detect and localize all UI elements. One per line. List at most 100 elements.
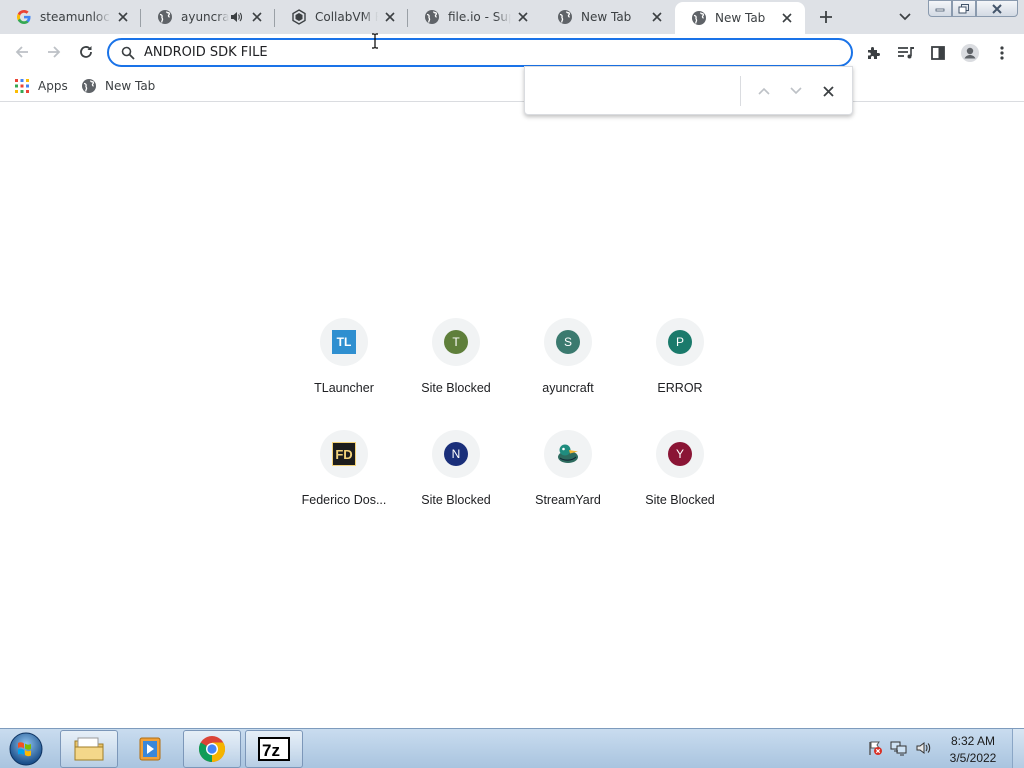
shortcut-label: ayuncraft	[542, 381, 594, 395]
tab-search-button[interactable]	[894, 6, 916, 28]
action-center-flag-icon[interactable]	[866, 739, 884, 757]
side-panel-icon	[931, 46, 945, 60]
search-icon	[121, 46, 135, 60]
chevron-down-icon	[790, 87, 802, 95]
minimize-icon	[935, 8, 945, 11]
tab-file-io[interactable]: file.io - Super simple file sharing	[408, 0, 541, 34]
letter-avatar-icon: N	[444, 442, 468, 466]
bookmark-new-tab[interactable]: New Tab	[81, 76, 155, 96]
show-desktop-button[interactable]	[1012, 729, 1024, 768]
plus-icon	[820, 11, 832, 23]
system-clock[interactable]: 8:32 AM 3/5/2022	[940, 733, 1006, 767]
minimize-button[interactable]	[928, 0, 952, 17]
close-icon[interactable]	[649, 9, 665, 25]
tab-ayuncraft[interactable]: ayuncraft	[141, 0, 275, 34]
extensions-button[interactable]	[862, 41, 886, 65]
collabvm-icon	[291, 9, 307, 25]
volume-icon[interactable]	[914, 739, 932, 757]
close-icon	[822, 85, 834, 97]
tab-title: steamunlocked	[40, 10, 111, 24]
shortcut-label: Site Blocked	[421, 493, 491, 507]
chevron-up-icon	[758, 87, 770, 95]
shortcut-tile[interactable]: TL TLauncher	[288, 310, 400, 422]
shortcut-label: TLauncher	[314, 381, 374, 395]
window-close-button[interactable]	[976, 0, 1018, 17]
avatar-icon	[961, 44, 979, 62]
shortcut-tile[interactable]: Y Site Blocked	[624, 422, 736, 534]
shortcut-icon-circle: FD	[320, 430, 368, 478]
shortcut-tile[interactable]: N Site Blocked	[400, 422, 512, 534]
close-icon[interactable]	[249, 9, 265, 25]
tab-title: New Tab	[715, 11, 766, 25]
shortcut-icon-circle: P	[656, 318, 704, 366]
tab-new-tab-active[interactable]: New Tab	[675, 2, 805, 34]
shortcut-tile[interactable]: FD Federico Dos...	[288, 422, 400, 534]
puzzle-icon	[868, 47, 880, 59]
reload-button[interactable]	[72, 38, 100, 66]
close-icon[interactable]	[515, 9, 531, 25]
windows-start-orb-icon	[9, 732, 43, 766]
shortcut-label: ERROR	[657, 381, 703, 395]
find-next-button[interactable]	[785, 80, 807, 102]
new-tab-button[interactable]	[814, 5, 838, 29]
tab-title: ayuncraft	[181, 10, 229, 24]
arrow-right-icon	[48, 46, 61, 58]
globe-icon	[557, 9, 573, 25]
tab-new-tab[interactable]: New Tab	[541, 0, 675, 34]
menu-button[interactable]	[990, 41, 1014, 65]
taskbar-media-player[interactable]	[122, 730, 180, 768]
explorer-folder-icon	[74, 737, 104, 761]
media-player-icon	[139, 737, 161, 761]
omnibox-input[interactable]	[144, 45, 744, 60]
text-cursor-icon	[372, 33, 378, 49]
close-icon[interactable]	[382, 9, 398, 25]
find-divider	[740, 76, 741, 106]
omnibox[interactable]	[107, 38, 853, 67]
shortcut-icon-circle: TL	[320, 318, 368, 366]
start-button[interactable]	[4, 730, 48, 768]
find-previous-button[interactable]	[753, 80, 775, 102]
find-close-button[interactable]	[817, 80, 839, 102]
find-input[interactable]	[537, 79, 737, 103]
globe-icon	[691, 10, 707, 26]
7zip-icon: 7z	[258, 737, 290, 761]
windows-taskbar: 7z 8:32 AM 3/5/2022	[0, 728, 1024, 768]
shortcut-label: Federico Dos...	[301, 493, 387, 507]
close-icon[interactable]	[115, 9, 131, 25]
shortcut-tile[interactable]: P ERROR	[624, 310, 736, 422]
tab-title: CollabVM Rooms	[315, 10, 378, 24]
shortcut-label: StreamYard	[535, 493, 601, 507]
forward-button[interactable]	[40, 38, 68, 66]
network-icon[interactable]	[890, 739, 908, 757]
tab-title: New Tab	[581, 10, 632, 24]
reload-icon	[80, 46, 92, 58]
restore-button[interactable]	[952, 0, 976, 17]
arrow-left-icon	[15, 46, 28, 58]
shortcut-tile[interactable]: S ayuncraft	[512, 310, 624, 422]
shortcut-icon-circle: N	[432, 430, 480, 478]
shortcut-tile[interactable]: T Site Blocked	[400, 310, 512, 422]
bookmark-apps[interactable]: Apps	[14, 76, 68, 96]
shortcut-icon-circle: S	[544, 318, 592, 366]
letter-avatar-icon: S	[556, 330, 580, 354]
tab-collabvm[interactable]: CollabVM Rooms	[275, 0, 408, 34]
side-panel-button[interactable]	[926, 41, 950, 65]
taskbar-chrome[interactable]	[183, 730, 241, 768]
shortcut-tile[interactable]: StreamYard	[512, 422, 624, 534]
globe-icon	[424, 9, 440, 25]
profile-button[interactable]	[958, 41, 982, 65]
media-controls-button[interactable]	[894, 41, 918, 65]
tab-title: file.io - Super simple file sharing	[448, 10, 511, 24]
federico-logo-icon: FD	[332, 442, 356, 466]
tlauncher-icon: TL	[332, 330, 356, 354]
speaker-icon[interactable]	[229, 10, 243, 24]
taskbar-explorer[interactable]	[60, 730, 118, 768]
restore-icon	[958, 3, 969, 13]
close-icon[interactable]	[779, 10, 795, 26]
bookmarks-bar: Apps New Tab	[0, 70, 1024, 102]
bookmark-label: Apps	[38, 79, 68, 93]
back-button[interactable]	[8, 38, 36, 66]
shortcut-icon-circle: T	[432, 318, 480, 366]
taskbar-7zip[interactable]: 7z	[245, 730, 303, 768]
tab-steamunlocked[interactable]: steamunlocked	[0, 0, 141, 34]
